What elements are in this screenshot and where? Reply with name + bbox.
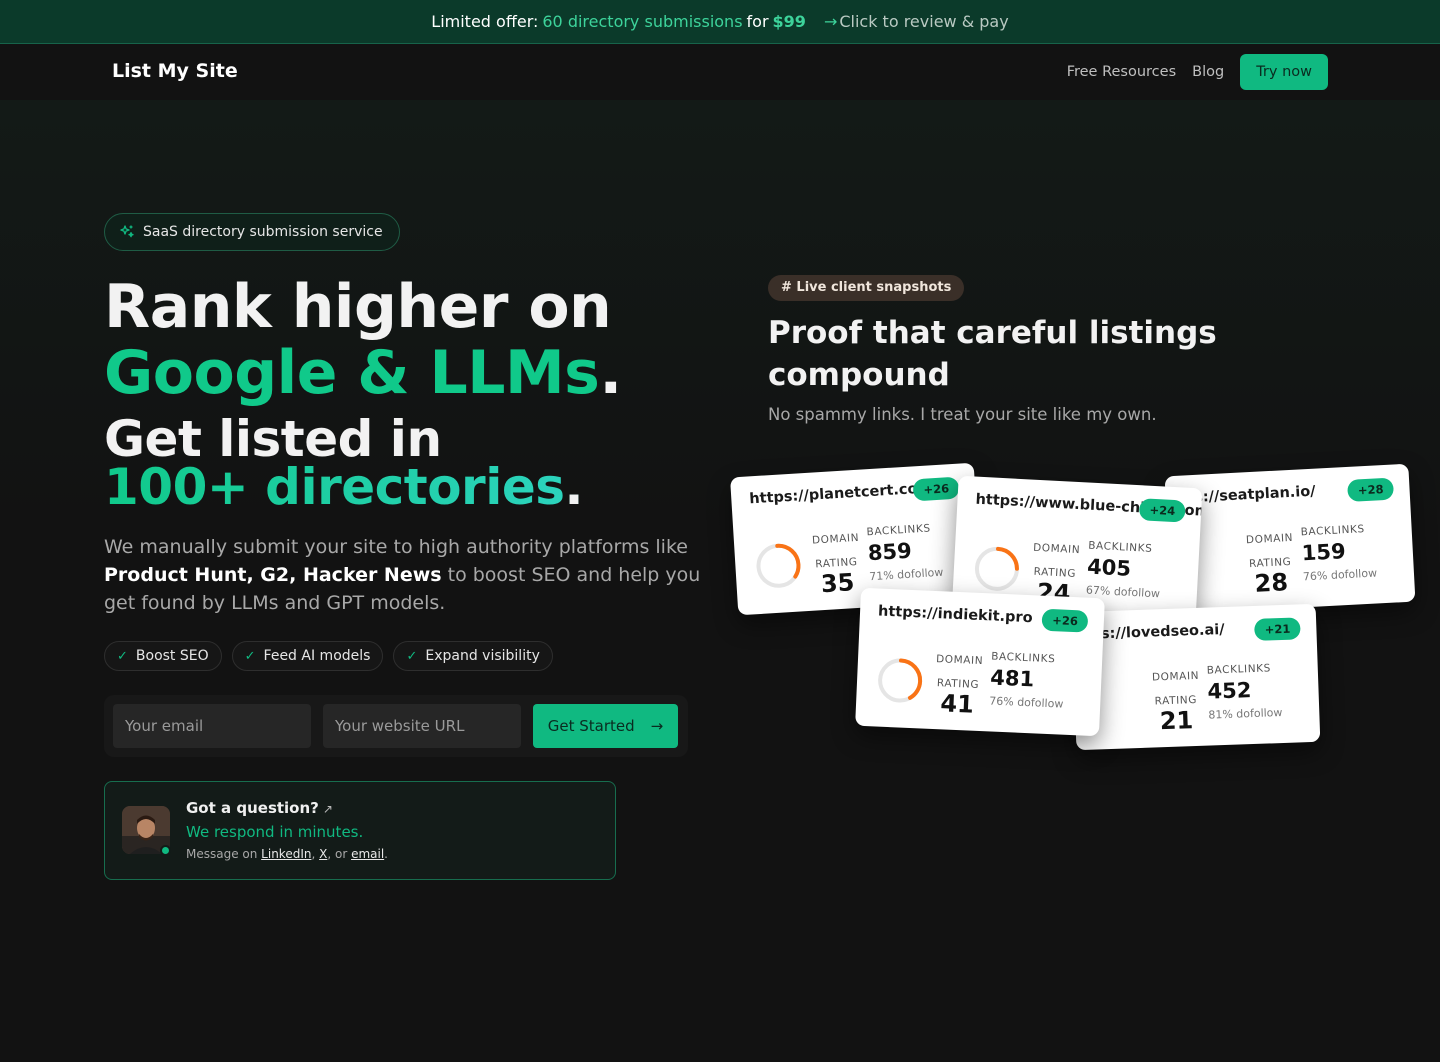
domain-label: DOMAIN bbox=[811, 531, 860, 547]
promo-cta-label: Click to review & pay bbox=[839, 12, 1009, 31]
get-started-button[interactable]: Get Started → bbox=[533, 704, 678, 748]
hero-description: We manually submit your site to high aut… bbox=[104, 533, 704, 617]
domain-label: DOMAIN bbox=[1245, 531, 1294, 547]
domain-rating-ring bbox=[878, 658, 923, 703]
backlinks-label: BACKLINKS bbox=[1087, 539, 1153, 555]
try-now-button[interactable]: Try now bbox=[1240, 54, 1328, 90]
promo-offer: 60 directory submissions bbox=[542, 12, 743, 31]
check-icon: ✓ bbox=[117, 648, 128, 664]
domain-label: DOMAIN bbox=[1151, 669, 1200, 684]
feature-pill: ✓ Boost SEO bbox=[104, 641, 222, 671]
question-card[interactable]: Got a question? ↗ We respond in minutes. … bbox=[104, 781, 616, 880]
domain-rating-value: 35 bbox=[820, 568, 856, 599]
email-link[interactable]: email bbox=[351, 847, 384, 861]
nav-link-blog[interactable]: Blog bbox=[1192, 64, 1224, 80]
domain-rating-ring bbox=[974, 546, 1019, 591]
msg-sep: , or bbox=[327, 847, 352, 861]
website-url-input[interactable] bbox=[323, 704, 521, 748]
backlinks-value: 405 bbox=[1086, 554, 1132, 581]
arrow-right-icon: → bbox=[823, 12, 838, 31]
nav-link-free-resources[interactable]: Free Resources bbox=[1067, 64, 1176, 80]
sparkles-icon bbox=[120, 225, 134, 238]
rating-delta-badge: +28 bbox=[1347, 477, 1395, 502]
domain-rating-ring bbox=[756, 543, 801, 588]
domain-label: DOMAIN bbox=[1032, 541, 1081, 557]
snapshot-card: https://indiekit.pro +26 DOMAIN RATING 41 BAC… bbox=[855, 587, 1105, 737]
backlinks-label: BACKLINKS bbox=[866, 522, 932, 539]
question-subtitle: We respond in minutes. bbox=[186, 823, 364, 841]
service-badge-label: SaaS directory submission service bbox=[143, 224, 383, 240]
headline-google-llms: Google & LLMs bbox=[104, 338, 600, 408]
promo-price: $99 bbox=[772, 12, 806, 31]
pill-label: Expand visibility bbox=[425, 648, 540, 664]
msg-suffix: . bbox=[384, 847, 388, 861]
desc-platforms: Product Hunt, G2, Hacker News bbox=[104, 564, 442, 586]
headline-line-2: Google & LLMs. bbox=[104, 338, 622, 408]
backlinks-value: 481 bbox=[989, 665, 1035, 692]
online-status-indicator bbox=[160, 845, 171, 856]
rating-delta-badge: +24 bbox=[1139, 498, 1186, 523]
dofollow-percent: 81% dofollow bbox=[1208, 706, 1283, 722]
email-input[interactable] bbox=[113, 704, 311, 748]
feature-pill: ✓ Feed AI models bbox=[231, 641, 384, 671]
card-url: https://indiekit.pro bbox=[877, 603, 1033, 627]
msg-sep: , bbox=[311, 847, 320, 861]
pill-label: Feed AI models bbox=[263, 648, 371, 664]
promo-for: for bbox=[746, 12, 769, 31]
question-title[interactable]: Got a question? ↗ bbox=[186, 799, 333, 817]
backlinks-label: BACKLINKS bbox=[990, 650, 1056, 666]
feature-pill: ✓ Expand visibility bbox=[393, 641, 553, 671]
dofollow-percent: 71% dofollow bbox=[868, 565, 944, 584]
rating-delta-badge: +26 bbox=[1041, 608, 1089, 633]
domain-rating-value: 21 bbox=[1159, 706, 1194, 736]
feature-pills: ✓ Boost SEO ✓ Feed AI models ✓ Expand visib… bbox=[104, 641, 553, 671]
domain-label: DOMAIN bbox=[935, 653, 984, 668]
headline-dot: . bbox=[599, 338, 622, 408]
headline-line-4: 100+ directories. bbox=[104, 458, 584, 516]
promo-prefix: Limited offer: bbox=[431, 12, 539, 31]
domain-rating-value: 41 bbox=[939, 689, 975, 719]
question-message: Message on LinkedIn, X, or email. bbox=[186, 847, 388, 861]
proof-subtitle: No spammy links. I treat your site like … bbox=[768, 405, 1157, 424]
arrow-right-icon: → bbox=[650, 717, 664, 735]
headline-directories: 100+ directories bbox=[104, 458, 565, 516]
backlinks-value: 159 bbox=[1301, 539, 1347, 566]
check-icon: ✓ bbox=[244, 648, 256, 664]
headline-line-1: Rank higher on bbox=[104, 272, 612, 342]
check-icon: ✓ bbox=[406, 648, 418, 664]
get-started-label: Get Started bbox=[547, 717, 635, 735]
navbar: List My Site Free Resources Blog Try now bbox=[0, 44, 1440, 100]
backlinks-value: 859 bbox=[867, 538, 913, 566]
msg-prefix: Message on bbox=[186, 847, 262, 861]
signup-form: Get Started → bbox=[104, 695, 688, 757]
service-badge: SaaS directory submission service bbox=[104, 213, 400, 251]
card-url: https://planetcert.com/ bbox=[748, 479, 939, 508]
desc-text: We manually submit your site to high aut… bbox=[104, 536, 688, 558]
pill-label: Boost SEO bbox=[135, 648, 209, 664]
linkedin-link[interactable]: LinkedIn bbox=[261, 847, 311, 861]
live-snapshots-badge: # Live client snapshots bbox=[768, 275, 965, 301]
promo-banner[interactable]: Limited offer: 60 directory submissions … bbox=[0, 0, 1440, 44]
external-link-icon: ↗ bbox=[322, 802, 333, 816]
brand-logo[interactable]: List My Site bbox=[112, 60, 238, 82]
snapshot-card: https://lovedseo.ai/+21 DOMAIN RATING 21 BAC… bbox=[1071, 603, 1321, 751]
rating-delta-badge: +21 bbox=[1254, 617, 1301, 641]
question-title-text: Got a question? bbox=[186, 799, 319, 817]
domain-rating-value: 28 bbox=[1253, 568, 1289, 598]
backlinks-label: BACKLINKS bbox=[1300, 523, 1366, 539]
snapshot-card: https://seatplan.io/+28 DOMAIN RATING 28 BAC… bbox=[1164, 463, 1416, 615]
rating-delta-badge: +26 bbox=[912, 476, 960, 502]
proof-title: Proof that careful listings compound bbox=[768, 315, 1217, 393]
nav-links: Free Resources Blog Try now bbox=[1067, 54, 1328, 90]
dofollow-percent: 76% dofollow bbox=[989, 694, 1064, 711]
backlinks-value: 452 bbox=[1207, 678, 1252, 704]
backlinks-label: BACKLINKS bbox=[1206, 662, 1272, 677]
headline-dot: . bbox=[564, 458, 584, 516]
promo-cta[interactable]: → Click to review & pay bbox=[824, 12, 1009, 31]
dofollow-percent: 76% dofollow bbox=[1302, 566, 1378, 584]
